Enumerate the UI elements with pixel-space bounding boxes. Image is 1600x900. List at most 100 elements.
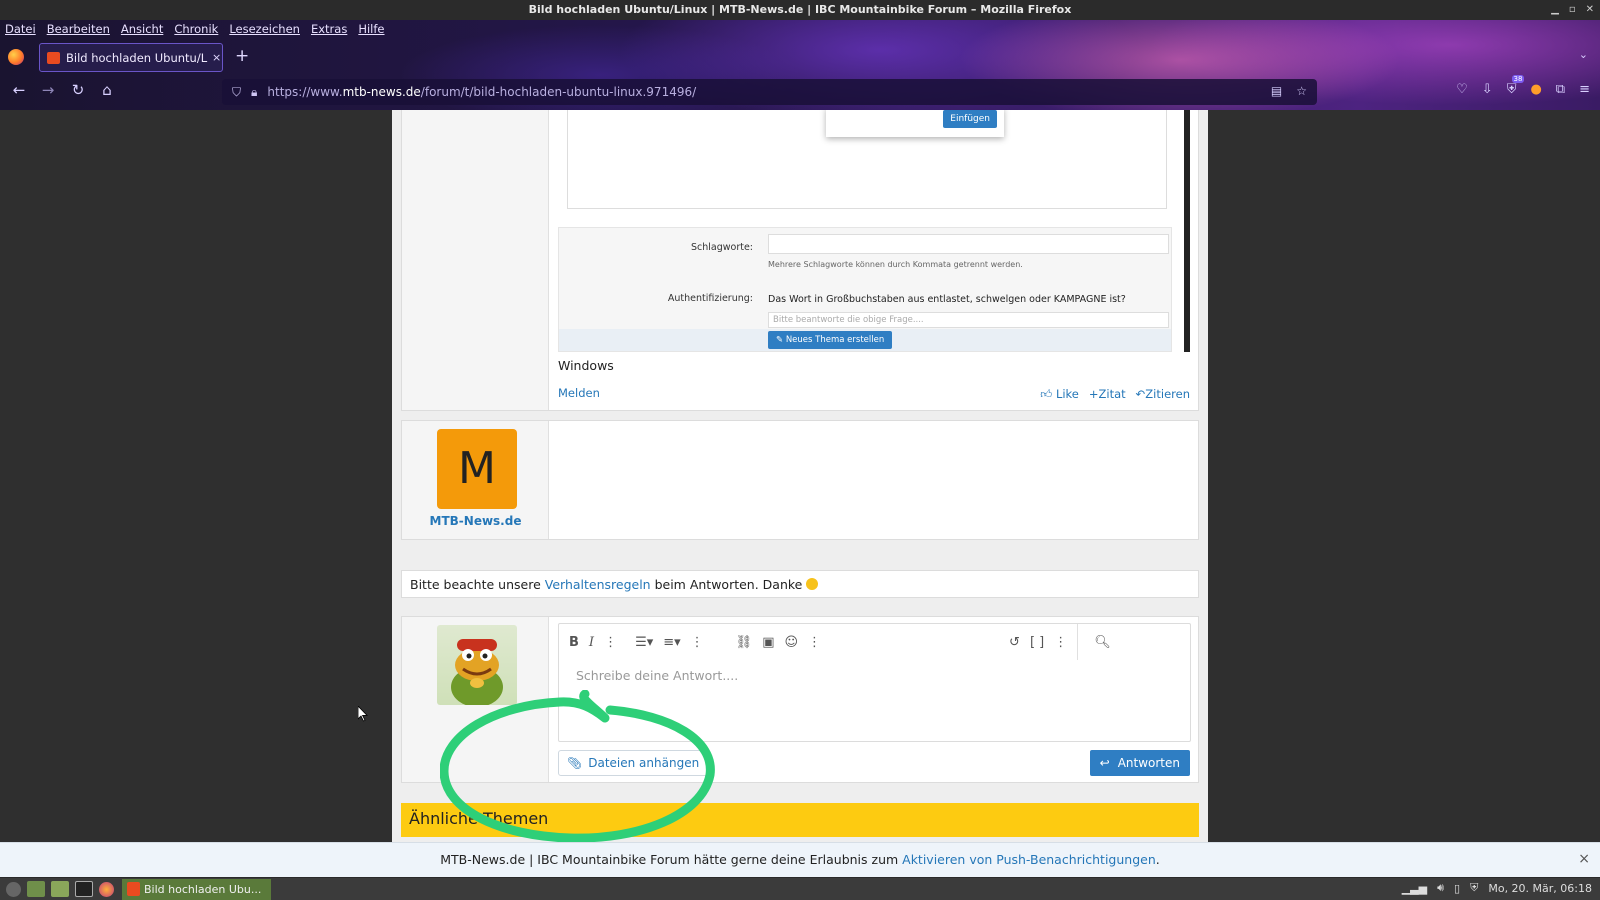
reply-user-cell xyxy=(402,617,549,782)
reload-icon[interactable]: ↻ xyxy=(67,81,89,99)
pocket-icon[interactable]: ♡ xyxy=(1456,82,1468,97)
volume-icon[interactable]: 🔊︎ xyxy=(1437,881,1444,895)
screenshot-insert-button: Einfügen xyxy=(943,110,997,128)
extension-orange-icon[interactable]: ● xyxy=(1530,82,1541,97)
url-text[interactable]: https://www.mtb-news.de/forum/t/bild-hoc… xyxy=(267,85,696,99)
close-icon[interactable]: × xyxy=(1578,843,1590,876)
menu-ansicht[interactable]: Ansicht xyxy=(121,22,163,36)
more-para-icon[interactable]: ⋮ xyxy=(691,635,704,650)
like-button[interactable]: 👍︎ Like xyxy=(1040,387,1079,402)
emoji-icon[interactable]: ☺ xyxy=(784,635,798,650)
maximize-icon[interactable]: ▫ xyxy=(1569,0,1576,20)
reply-submit-button[interactable]: ↩ Antworten xyxy=(1089,750,1190,776)
avatar[interactable] xyxy=(437,625,517,705)
minimize-icon[interactable]: ▁ xyxy=(1551,0,1559,20)
report-link[interactable]: Melden xyxy=(558,386,600,400)
frog-avatar-icon xyxy=(451,639,503,705)
forum-column: Einfügen Schlagworte: Mehrere Schlagwort… xyxy=(392,110,1208,842)
terminal-icon[interactable] xyxy=(75,881,93,897)
tracking-shield-icon[interactable]: ⛉ xyxy=(232,85,241,100)
paperclip-icon: 📎︎ xyxy=(567,756,583,770)
conduct-rules-link[interactable]: Verhaltensregeln xyxy=(545,577,651,592)
download-icon[interactable]: ⇩ xyxy=(1482,82,1493,97)
start-menu-icon[interactable] xyxy=(6,881,21,897)
zitat-button[interactable]: +Zitat xyxy=(1089,387,1126,402)
smiley-icon xyxy=(806,578,819,590)
list-icon[interactable]: ☰▾ xyxy=(635,635,653,650)
back-icon[interactable]: ← xyxy=(8,81,30,99)
zitieren-button[interactable]: ↶Zitieren xyxy=(1136,387,1190,402)
new-tab-icon[interactable]: + xyxy=(235,46,249,66)
menu-hilfe[interactable]: Hilfe xyxy=(358,22,384,36)
align-icon[interactable]: ≡▾ xyxy=(663,635,680,650)
battery-icon[interactable]: ▯ xyxy=(1454,882,1460,895)
tab-list-chevron-icon[interactable]: ⌄ xyxy=(1579,48,1588,61)
post-card-mtb-news: M MTB-News.de xyxy=(401,420,1199,540)
post-text: Windows xyxy=(558,358,614,373)
url-bar-actions: ▤ ☆ xyxy=(1271,84,1307,98)
reply-card: B I ⋮ ☰▾ ≡▾ ⋮ ⛓ ▣ ☺ ⋮ ↺ [ ] ⋮ 🔍︎ Schreib… xyxy=(401,616,1199,783)
firefox-logo-icon[interactable] xyxy=(8,49,24,65)
ublock-icon[interactable]: ⛨ 38 xyxy=(1507,75,1525,97)
network-icon[interactable]: ▁▃▅ xyxy=(1402,882,1427,895)
close-window-icon[interactable]: ✕ xyxy=(1586,0,1594,20)
reader-view-icon[interactable]: ▤ xyxy=(1271,84,1282,98)
tab-active[interactable]: Bild hochladen Ubuntu/Linux × xyxy=(39,43,223,72)
clock[interactable]: Mo, 20. Mär, 06:18 xyxy=(1488,882,1592,895)
screenshot-form-footer: ✎ Neues Thema erstellen xyxy=(559,329,1171,351)
conduct-notice: Bitte beachte unsere Verhaltensregeln be… xyxy=(401,570,1199,598)
hamburger-menu-icon[interactable]: ≡ xyxy=(1579,82,1590,97)
navigation-bar: ← → ↻ ⌂ ⛉ 🔒︎ https://www.mtb-news.de/for… xyxy=(0,75,1600,108)
tab-strip: Bild hochladen Ubuntu/Linux × + ⌄ xyxy=(0,40,1600,74)
file-manager-icon[interactable] xyxy=(51,881,69,897)
screenshot-tags-input xyxy=(768,234,1169,254)
push-permission-bar: MTB-News.de | IBC Mountainbike Forum hät… xyxy=(0,842,1600,877)
favicon-icon xyxy=(47,51,60,64)
screenshot-insert-popup: Einfügen xyxy=(826,110,1004,137)
menu-bearbeiten[interactable]: Bearbeiten xyxy=(47,22,110,36)
more-tools-icon[interactable]: ⋮ xyxy=(1054,635,1067,650)
screenshot-form: Schlagworte: Mehrere Schlagworte können … xyxy=(558,227,1172,352)
enable-push-link[interactable]: Aktivieren von Push-Benachrichtigungen xyxy=(902,852,1156,867)
window-titlebar: Bild hochladen Ubuntu/Linux | MTB-News.d… xyxy=(0,0,1600,20)
bbcode-icon[interactable]: [ ] xyxy=(1030,635,1044,650)
notice-text-before: Bitte beachte unsere xyxy=(410,577,545,592)
menu-lesezeichen[interactable]: Lesezeichen xyxy=(229,22,300,36)
menu-chronik[interactable]: Chronik xyxy=(174,22,218,36)
shield-icon[interactable]: ⛨ xyxy=(1470,881,1478,895)
push-text-end: . xyxy=(1155,852,1160,867)
undo-icon[interactable]: ↺ xyxy=(1009,635,1020,650)
bold-icon[interactable]: B xyxy=(569,635,579,650)
tab-close-icon[interactable]: × xyxy=(212,51,221,64)
preview-icon[interactable]: 🔍︎ xyxy=(1094,635,1111,650)
avatar[interactable]: M xyxy=(437,429,517,509)
reply-editor: B I ⋮ ☰▾ ≡▾ ⋮ ⛓ ▣ ☺ ⋮ ↺ [ ] ⋮ 🔍︎ Schreib… xyxy=(558,623,1191,742)
link-icon[interactable]: ⛓ xyxy=(736,635,753,650)
firefox-launcher-icon[interactable] xyxy=(99,881,114,897)
forward-icon[interactable]: → xyxy=(37,81,59,99)
reply-arrow-icon: ↶ xyxy=(1135,387,1146,401)
screenshot-editor-area: Einfügen xyxy=(567,110,1167,209)
more-insert-icon[interactable]: ⋮ xyxy=(808,635,821,650)
similar-threads-header: Ähnliche Themen xyxy=(401,803,1199,837)
attach-files-button[interactable]: 📎︎ Dateien anhängen xyxy=(558,750,709,776)
menu-extras[interactable]: Extras xyxy=(311,22,347,36)
screenshot-auth-question: Das Wort in Großbuchstaben aus entlastet… xyxy=(768,294,1126,305)
mouse-cursor-icon xyxy=(358,706,368,722)
url-bar[interactable]: ⛉ 🔒︎ https://www.mtb-news.de/forum/t/bil… xyxy=(222,79,1317,105)
italic-icon[interactable]: I xyxy=(589,635,594,650)
taskbar-firefox-window[interactable]: Bild hochladen Ubu... xyxy=(122,878,272,900)
show-desktop-icon[interactable] xyxy=(27,881,45,897)
browser-chrome: Datei Bearbeiten Ansicht Chronik Lesezei… xyxy=(0,20,1600,110)
reply-input[interactable]: Schreibe deine Antwort.... xyxy=(576,668,738,683)
screenshot-scrollbar xyxy=(1184,110,1190,352)
lock-icon[interactable]: 🔒︎ xyxy=(251,85,257,100)
bookmark-star-icon[interactable]: ☆ xyxy=(1296,84,1307,98)
author-name[interactable]: MTB-News.de xyxy=(402,514,549,528)
page-viewport: Einfügen Schlagworte: Mehrere Schlagwort… xyxy=(0,110,1600,842)
home-icon[interactable]: ⌂ xyxy=(96,81,118,99)
menu-datei[interactable]: Datei xyxy=(5,22,36,36)
extensions-puzzle-icon[interactable]: ⧉ xyxy=(1556,82,1565,97)
image-icon[interactable]: ▣ xyxy=(762,635,774,650)
more-text-icon[interactable]: ⋮ xyxy=(604,635,617,650)
